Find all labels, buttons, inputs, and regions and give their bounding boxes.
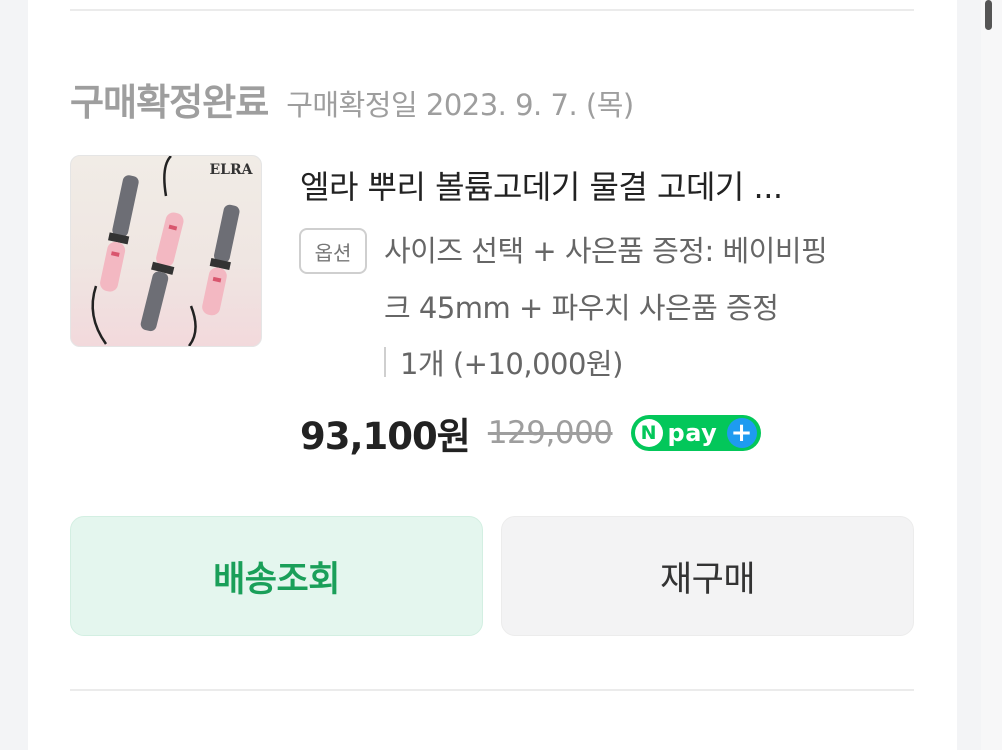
bottom-divider <box>70 689 914 691</box>
quantity-row: 1개 (+10,000원) <box>384 340 623 384</box>
order-status: 구매확정완료 <box>70 81 269 124</box>
brand-logo-text: ELRA <box>209 162 253 178</box>
top-divider <box>70 9 914 11</box>
option-text-line-1: 사이즈 선택 + 사은품 증정: 베이비핑 <box>384 234 828 268</box>
sale-price: 93,100원 <box>300 415 471 458</box>
scrollbar-thumb[interactable] <box>985 0 992 30</box>
order-status-row: 구매확정완료 구매확정일 2023. 9. 7. (목) <box>70 72 634 124</box>
original-price: 129,000 <box>487 415 613 451</box>
quantity-separator <box>384 347 386 377</box>
track-delivery-button[interactable]: 배송조회 <box>70 516 483 636</box>
product-title[interactable]: 엘라 뿌리 볼륨고데기 물결 고데기 ... <box>300 162 910 208</box>
option-badge: 옵션 <box>299 228 367 274</box>
rebuy-button[interactable]: 재구매 <box>501 516 914 636</box>
curling-iron-product-image: ELRA <box>91 156 254 346</box>
npay-plus-badge: N pay + <box>630 415 761 451</box>
npay-label: pay <box>667 419 718 447</box>
plus-icon: + <box>726 418 757 448</box>
price-row: 93,100원 129,000 N pay + <box>300 406 761 460</box>
scrollbar-track[interactable] <box>981 0 1002 750</box>
quantity-text: 1개 (+10,000원) <box>400 347 623 381</box>
option-text-line-2: 크 45mm + 파우치 사은품 증정 <box>384 291 779 325</box>
purchase-confirm-date: 구매확정일 2023. 9. 7. (목) <box>286 88 634 122</box>
product-thumbnail[interactable]: ELRA <box>70 155 262 347</box>
npay-n-icon: N <box>634 419 663 447</box>
